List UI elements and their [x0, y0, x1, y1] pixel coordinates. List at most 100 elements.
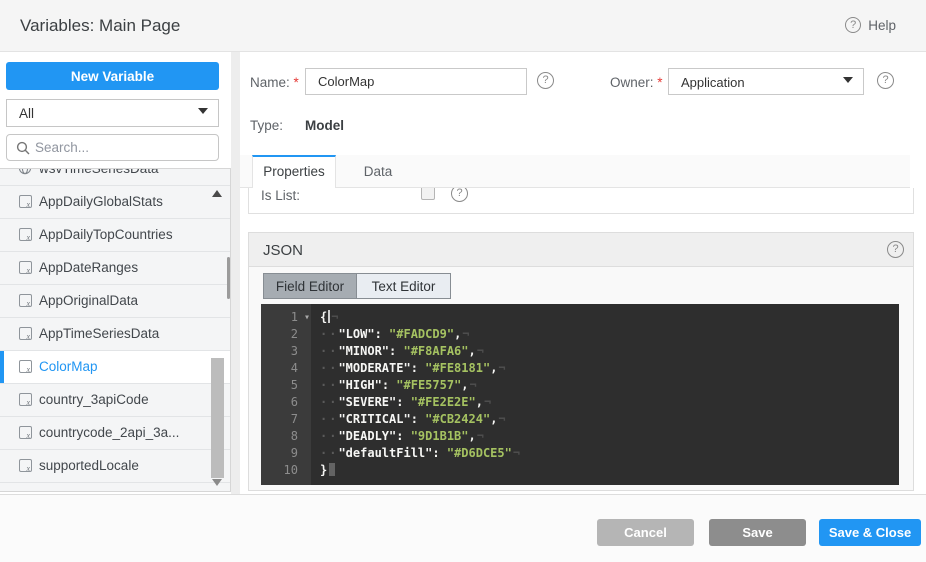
required-asterisk: *	[294, 75, 299, 90]
editor-code[interactable]: {¬··"LOW": "#FADCD9",¬··"MINOR": "#F8AFA…	[311, 304, 899, 485]
variable-list-item[interactable]: AppDailyTopCountries	[0, 219, 230, 252]
variable-icon	[19, 228, 32, 241]
is-list-label: Is List:	[261, 188, 300, 203]
line-number: 3	[261, 343, 298, 360]
variable-list-item[interactable]: ColorMap	[0, 351, 230, 384]
list-scrollbar-thumb[interactable]	[211, 358, 224, 478]
variable-icon	[19, 294, 32, 307]
editor-cursor	[328, 310, 330, 323]
editor-gutter: 1▾2345678910	[261, 304, 311, 485]
editor-mode-toggle: Field Editor Text Editor	[263, 273, 451, 299]
name-input[interactable]	[305, 68, 527, 95]
variable-filter-select[interactable]: All	[6, 99, 219, 127]
variable-name: supportedLocale	[39, 458, 139, 473]
tab-data[interactable]: Data	[348, 155, 408, 188]
variable-name: AppDailyTopCountries	[39, 227, 173, 242]
help-link[interactable]: Help	[845, 17, 896, 33]
variable-icon	[19, 459, 32, 472]
line-number: 8	[261, 428, 298, 445]
variable-list-item[interactable]: country_3apiCode	[0, 384, 230, 417]
help-icon	[845, 17, 861, 33]
code-line: ··"MINOR": "#F8AFA6",¬	[320, 343, 899, 360]
sidebar-main-divider	[231, 52, 240, 494]
line-number: 5	[261, 377, 298, 394]
required-asterisk: *	[657, 75, 662, 90]
filter-selected-value: All	[19, 106, 34, 121]
variable-editor-panel: Name: * Owner: * Application Type: Model…	[240, 52, 920, 494]
search-icon	[16, 141, 31, 156]
variable-list-item[interactable]: AppDateRanges	[0, 252, 230, 285]
code-line: ··"LOW": "#FADCD9",¬	[320, 326, 899, 343]
variable-list-item[interactable]: AppOriginalData	[0, 285, 230, 318]
variable-name: AppDailyGlobalStats	[39, 194, 163, 209]
owner-help-icon[interactable]	[877, 72, 894, 89]
json-section-title: JSON	[263, 242, 303, 259]
variable-list-item[interactable]: countrycode_2api_3a...	[0, 417, 230, 450]
variable-list: wsvTimeSeriesData AppDailyGlobalStats AppD…	[0, 168, 231, 492]
variable-list-item[interactable]: wsvTimeSeriesData	[0, 168, 230, 186]
variable-icon	[19, 393, 32, 406]
field-editor-button[interactable]: Field Editor	[264, 274, 357, 298]
save-and-close-button[interactable]: Save & Close	[819, 519, 921, 546]
owner-select[interactable]: Application	[668, 68, 864, 95]
variable-icon	[19, 327, 32, 340]
text-editor-button[interactable]: Text Editor	[357, 274, 450, 298]
cancel-button[interactable]: Cancel	[597, 519, 694, 546]
help-label: Help	[868, 18, 896, 33]
code-line: {¬	[320, 309, 899, 326]
is-list-checkbox[interactable]	[421, 188, 435, 200]
json-section: JSON Field Editor Text Editor 1▾23456789…	[248, 232, 914, 491]
line-number: 9	[261, 445, 298, 462]
new-variable-button[interactable]: New Variable	[6, 62, 219, 90]
code-line: ··"MODERATE": "#FE8181",¬	[320, 360, 899, 377]
tab-properties[interactable]: Properties	[252, 155, 336, 188]
footer-bar: Cancel Save Save & Close	[0, 494, 926, 562]
scroll-down-arrow-icon[interactable]	[212, 479, 222, 486]
code-line: ··"HIGH": "#FE5757",¬	[320, 377, 899, 394]
json-section-header: JSON	[249, 233, 913, 267]
name-label: Name: *	[250, 75, 299, 90]
search-input[interactable]	[35, 135, 215, 160]
editor-tabbar: Properties Data	[240, 155, 910, 188]
variable-name: AppDateRanges	[39, 260, 138, 275]
owner-label: Owner: *	[610, 75, 663, 90]
variable-name: countrycode_2api_3a...	[39, 425, 179, 440]
variable-list-item[interactable]: AppTimeSeriesData	[0, 318, 230, 351]
variable-search	[6, 134, 219, 161]
chevron-down-icon	[843, 77, 853, 83]
code-line: ··"DEADLY": "9D1B1B",¬	[320, 428, 899, 445]
json-code-editor[interactable]: 1▾2345678910 {¬··"LOW": "#FADCD9",¬··"MI…	[261, 304, 899, 485]
variable-icon	[19, 261, 32, 274]
fold-arrow-icon[interactable]: ▾	[304, 309, 310, 326]
line-number: 10	[261, 462, 298, 479]
variable-name: AppTimeSeriesData	[39, 326, 159, 341]
editor-end-marker	[329, 463, 335, 476]
name-help-icon[interactable]	[537, 72, 554, 89]
line-number: 4	[261, 360, 298, 377]
type-value: Model	[305, 118, 344, 133]
line-number: 2	[261, 326, 298, 343]
properties-panel: Is List:	[248, 188, 914, 214]
owner-selected-value: Application	[681, 75, 745, 90]
save-button[interactable]: Save	[709, 519, 806, 546]
variable-name: country_3apiCode	[39, 392, 149, 407]
variable-icon	[19, 426, 32, 439]
code-line: ··"CRITICAL": "#CB2424",¬	[320, 411, 899, 428]
json-help-icon[interactable]	[887, 241, 904, 258]
variable-icon	[19, 360, 32, 373]
scroll-up-arrow-icon[interactable]	[212, 190, 222, 197]
is-list-help-icon[interactable]	[451, 188, 468, 202]
line-number: 6	[261, 394, 298, 411]
variable-icon	[19, 195, 32, 208]
line-number: 7	[261, 411, 298, 428]
variable-list-item[interactable]: AppDailyGlobalStats	[0, 186, 230, 219]
code-line: ··"defaultFill": "#D6DCE5"¬	[320, 445, 899, 462]
globe-icon	[18, 168, 32, 175]
type-label: Type:	[250, 118, 283, 133]
code-line: ··"SEVERE": "#FE2E2E",¬	[320, 394, 899, 411]
variable-name: ColorMap	[39, 359, 98, 374]
line-number: 1▾	[261, 309, 298, 326]
variable-name: AppOriginalData	[39, 293, 138, 308]
variable-list-item[interactable]: supportedLocale	[0, 450, 230, 483]
native-scrollbar-thumb[interactable]	[227, 257, 230, 299]
